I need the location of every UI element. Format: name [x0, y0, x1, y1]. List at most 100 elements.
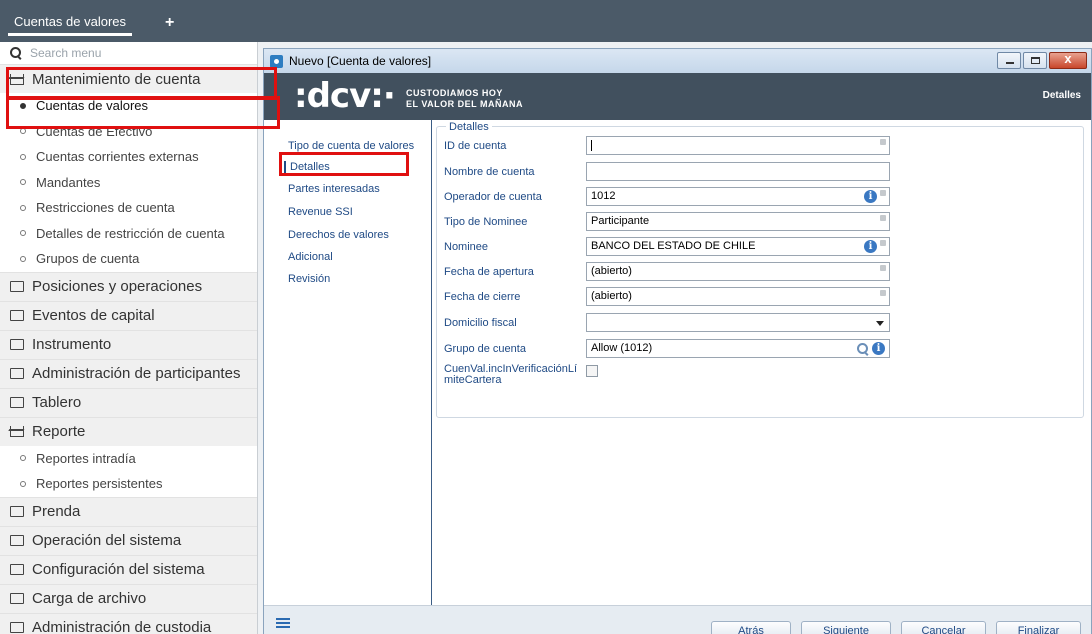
verificacion-checkbox[interactable] — [586, 365, 598, 377]
category-label: Eventos de capital — [32, 307, 155, 324]
item-label: Mandantes — [36, 174, 101, 190]
fecha-cierre-input[interactable]: (abierto) — [586, 287, 890, 306]
back-button[interactable]: Atrás — [711, 621, 791, 634]
field-label: Fecha de cierre — [444, 291, 521, 303]
folder-icon — [10, 506, 24, 517]
folder-icon — [10, 368, 24, 379]
search-menu[interactable]: Search menu — [0, 42, 257, 64]
bullet-icon — [20, 102, 26, 109]
category-label: Instrumento — [32, 336, 112, 353]
search-icon — [10, 47, 22, 59]
folder-icon — [10, 397, 24, 408]
sidebar-category-posiciones[interactable]: Posiciones y operaciones — [0, 271, 257, 301]
field-label: Fecha de apertura — [444, 266, 534, 278]
sidebar-item-cuentas-de-efectivo[interactable]: Cuentas de Efectivo — [0, 119, 257, 145]
field-value: BANCO DEL ESTADO DE CHILE — [591, 240, 756, 252]
sidebar-item-cuentas-corrientes-externas[interactable]: Cuentas corrientes externas — [0, 144, 257, 170]
sidebar-item-restricciones-de-cuenta[interactable]: Restricciones de cuenta — [0, 195, 257, 221]
folder-icon — [10, 339, 24, 350]
category-label: Carga de archivo — [32, 590, 147, 607]
step-adicional[interactable]: Adicional — [288, 251, 333, 263]
info-icon[interactable]: i — [864, 190, 877, 203]
category-label: Mantenimiento de cuenta — [32, 70, 201, 88]
folder-open-icon — [10, 73, 24, 85]
slogan: CUSTODIAMOS HOY EL VALOR DEL MAÑANA — [406, 88, 523, 110]
sidebar-category-instrumento[interactable]: Instrumento — [0, 329, 257, 359]
lock-icon — [880, 139, 886, 145]
sidebar-item-cuentas-de-valores[interactable]: Cuentas de valores — [0, 93, 257, 119]
field-label: Operador de cuenta — [444, 191, 542, 203]
wizard-steps: Tipo de cuenta de valores Detalles Parte… — [264, 120, 432, 605]
grupo-cuenta-input[interactable]: Allow (1012) i — [586, 339, 890, 358]
info-icon[interactable]: i — [864, 240, 877, 253]
item-label: Reportes persistentes — [36, 476, 163, 492]
nominee-input[interactable]: BANCO DEL ESTADO DE CHILE i — [586, 237, 890, 256]
close-button[interactable]: x — [1049, 51, 1087, 69]
item-label: Restricciones de cuenta — [36, 200, 175, 216]
bullet-icon — [20, 128, 26, 135]
bullet-icon — [20, 455, 26, 462]
sidebar-category-mantenimiento-de-cuenta[interactable]: Mantenimiento de cuenta — [0, 64, 257, 93]
step-revenue-ssi[interactable]: Revenue SSI — [288, 206, 353, 218]
sidebar-item-reportes-persistentes[interactable]: Reportes persistentes — [0, 471, 257, 497]
step-derechos-de-valores[interactable]: Derechos de valores — [288, 229, 389, 241]
domicilio-fiscal-select[interactable] — [586, 313, 890, 332]
field-label-line-2: miteCartera — [444, 374, 502, 386]
step-tipo-de-cuenta[interactable]: Tipo de cuenta de valores — [288, 140, 414, 152]
step-detalles[interactable]: Detalles — [284, 161, 330, 173]
tab-label[interactable]: Cuentas de valores — [8, 14, 133, 36]
maximize-icon — [1031, 57, 1040, 64]
sidebar-category-carga[interactable]: Carga de archivo — [0, 583, 257, 613]
close-icon: x — [1064, 51, 1072, 66]
lock-icon — [880, 240, 886, 246]
window-titlebar[interactable]: Nuevo [Cuenta de valores] x — [264, 49, 1091, 73]
field-label: Nombre de cuenta — [444, 166, 535, 178]
sidebar-category-custodia[interactable]: Administración de custodia — [0, 612, 257, 634]
folder-open-icon — [10, 426, 24, 437]
next-button[interactable]: Siguiente — [801, 621, 891, 634]
menu-icon[interactable] — [276, 618, 290, 628]
field-row-domicilio: Domicilio fiscal — [444, 313, 1084, 333]
sidebar-item-grupos-de-cuenta[interactable]: Grupos de cuenta — [0, 246, 257, 272]
step-revision[interactable]: Revisión — [288, 273, 330, 285]
search-input[interactable]: Search menu — [30, 46, 101, 60]
folder-icon — [10, 564, 24, 575]
field-label: Tipo de Nominee — [444, 216, 528, 228]
sidebar-category-prenda[interactable]: Prenda — [0, 496, 257, 526]
nombre-cuenta-input[interactable] — [586, 162, 890, 181]
sidebar-item-reportes-intradia[interactable]: Reportes intradía — [0, 446, 257, 472]
sidebar-category-operacion[interactable]: Operación del sistema — [0, 525, 257, 555]
bullet-icon — [20, 255, 26, 262]
category-label: Prenda — [32, 503, 81, 520]
field-label: CuenVal.incInVerificaciónLí miteCartera — [444, 364, 584, 386]
minimize-button[interactable] — [997, 52, 1021, 69]
sidebar-category-tablero[interactable]: Tablero — [0, 387, 257, 417]
sidebar-item-mandantes[interactable]: Mandantes — [0, 170, 257, 196]
chevron-down-icon — [876, 321, 884, 326]
sidebar-item-detalles-de-restriccion[interactable]: Detalles de restricción de cuenta — [0, 221, 257, 247]
sidebar-category-administracion-participantes[interactable]: Administración de participantes — [0, 358, 257, 388]
add-tab-button[interactable]: + — [165, 14, 174, 32]
dcv-banner: :dcv:· CUSTODIAMOS HOY EL VALOR DEL MAÑA… — [264, 73, 1091, 120]
id-cuenta-input[interactable] — [586, 136, 890, 155]
category-label: Operación del sistema — [32, 532, 182, 549]
category-label: Posiciones y operaciones — [32, 278, 203, 295]
app-icon — [270, 54, 283, 68]
finish-button[interactable]: Finalizar — [996, 621, 1081, 634]
sidebar-category-eventos[interactable]: Eventos de capital — [0, 300, 257, 330]
step-partes-interesadas[interactable]: Partes interesadas — [288, 183, 380, 195]
cancel-button[interactable]: Cancelar — [901, 621, 986, 634]
tab-cuentas-de-valores[interactable]: Cuentas de valores + — [8, 14, 174, 36]
operador-cuenta-input[interactable]: 1012 i — [586, 187, 890, 206]
fecha-apertura-input[interactable]: (abierto) — [586, 262, 890, 281]
current-stage-label: Detalles — [1042, 90, 1081, 101]
sidebar-category-reporte[interactable]: Reporte — [0, 416, 257, 446]
item-label: Reportes intradía — [36, 450, 136, 466]
text-cursor — [591, 139, 592, 151]
info-icon[interactable]: i — [872, 342, 885, 355]
field-value: (abierto) — [591, 290, 632, 302]
search-icon[interactable] — [857, 343, 869, 355]
tipo-nominee-input[interactable]: Participante — [586, 212, 890, 231]
maximize-button[interactable] — [1023, 52, 1047, 69]
sidebar-category-configuracion[interactable]: Configuración del sistema — [0, 554, 257, 584]
